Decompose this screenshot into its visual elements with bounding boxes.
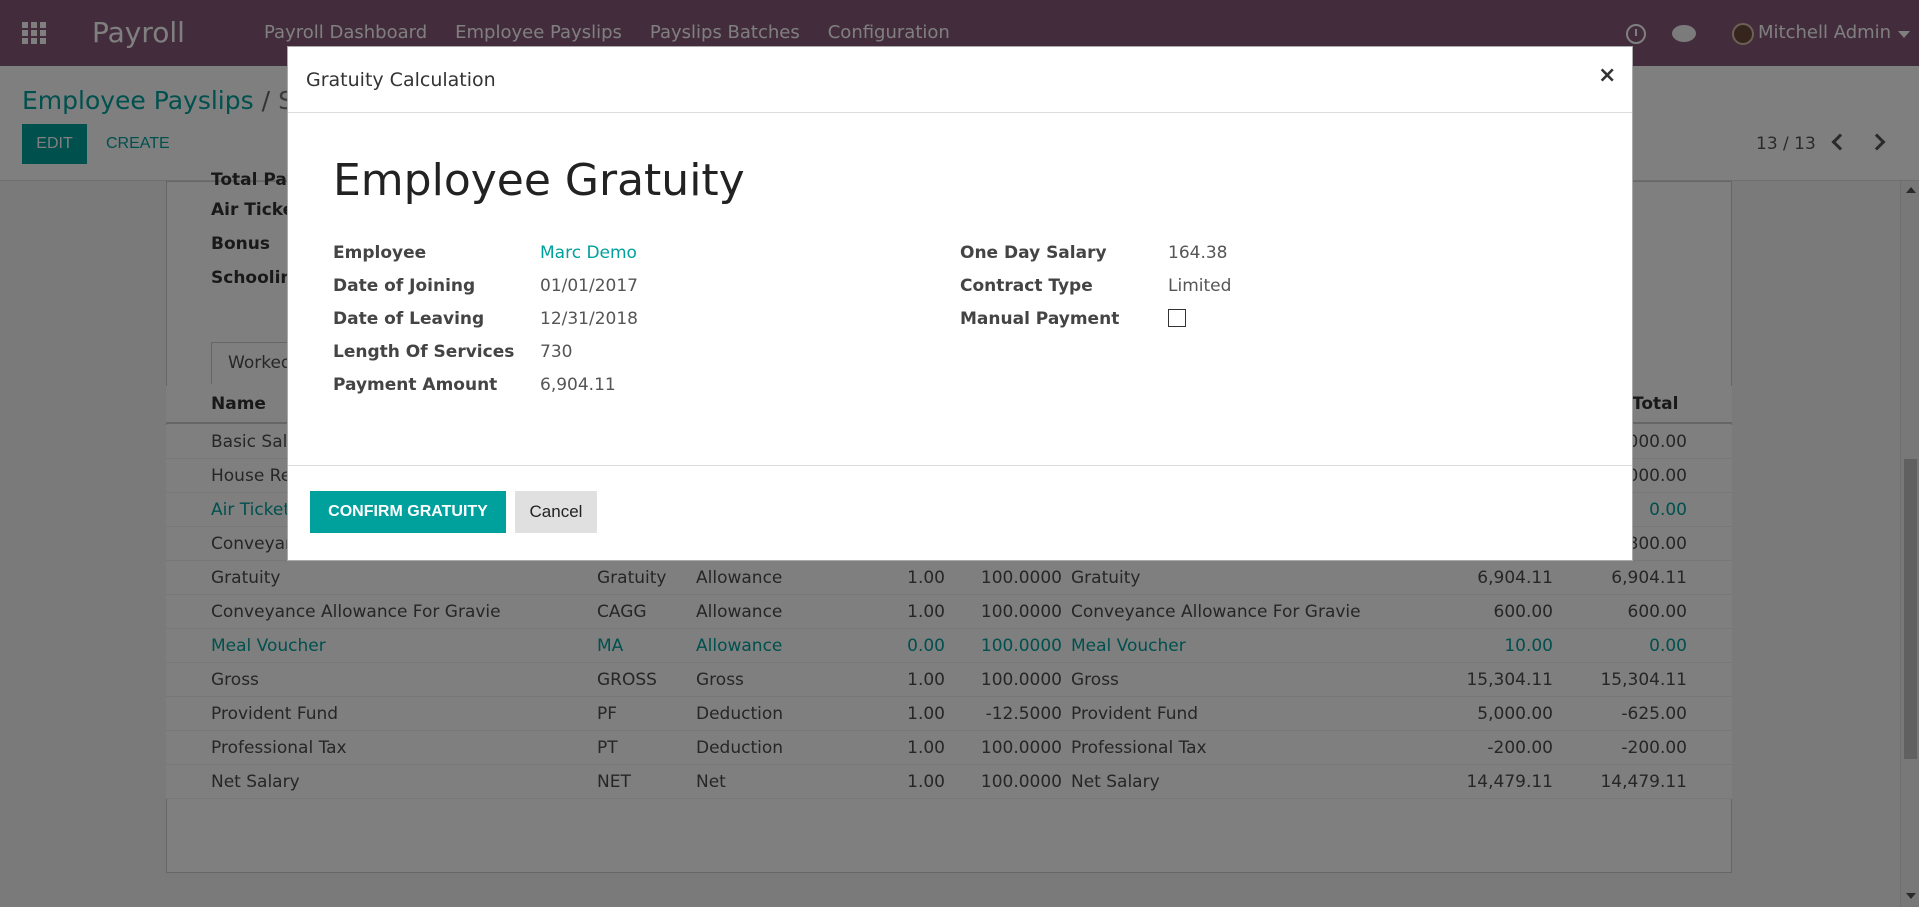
length-label: Length Of Services [333, 342, 515, 362]
payment-value: 6,904.11 [540, 375, 616, 395]
manual-payment-label: Manual Payment [960, 309, 1120, 329]
employee-link[interactable]: Marc Demo [540, 243, 637, 263]
close-icon[interactable]: × [1598, 63, 1616, 88]
page-title: Employee Gratuity [333, 155, 745, 206]
cancel-button[interactable]: Cancel [515, 491, 597, 533]
leaving-label: Date of Leaving [333, 309, 485, 329]
joining-label: Date of Joining [333, 276, 476, 296]
gratuity-dialog: Gratuity Calculation × Employee Gratuity… [287, 46, 1633, 561]
modal-header: Gratuity Calculation × [288, 47, 1632, 113]
leaving-value: 12/31/2018 [540, 309, 638, 329]
day-salary-label: One Day Salary [960, 243, 1107, 263]
day-salary-value: 164.38 [1168, 243, 1228, 263]
contract-value: Limited [1168, 276, 1232, 296]
contract-label: Contract Type [960, 276, 1093, 296]
modal-title: Gratuity Calculation [306, 69, 496, 91]
payment-label: Payment Amount [333, 375, 498, 395]
confirm-gratuity-button[interactable]: CONFIRM GRATUITY [310, 491, 506, 533]
manual-payment-checkbox[interactable] [1168, 309, 1186, 327]
employee-label: Employee [333, 243, 427, 263]
length-value: 730 [540, 342, 573, 362]
joining-value: 01/01/2017 [540, 276, 638, 296]
